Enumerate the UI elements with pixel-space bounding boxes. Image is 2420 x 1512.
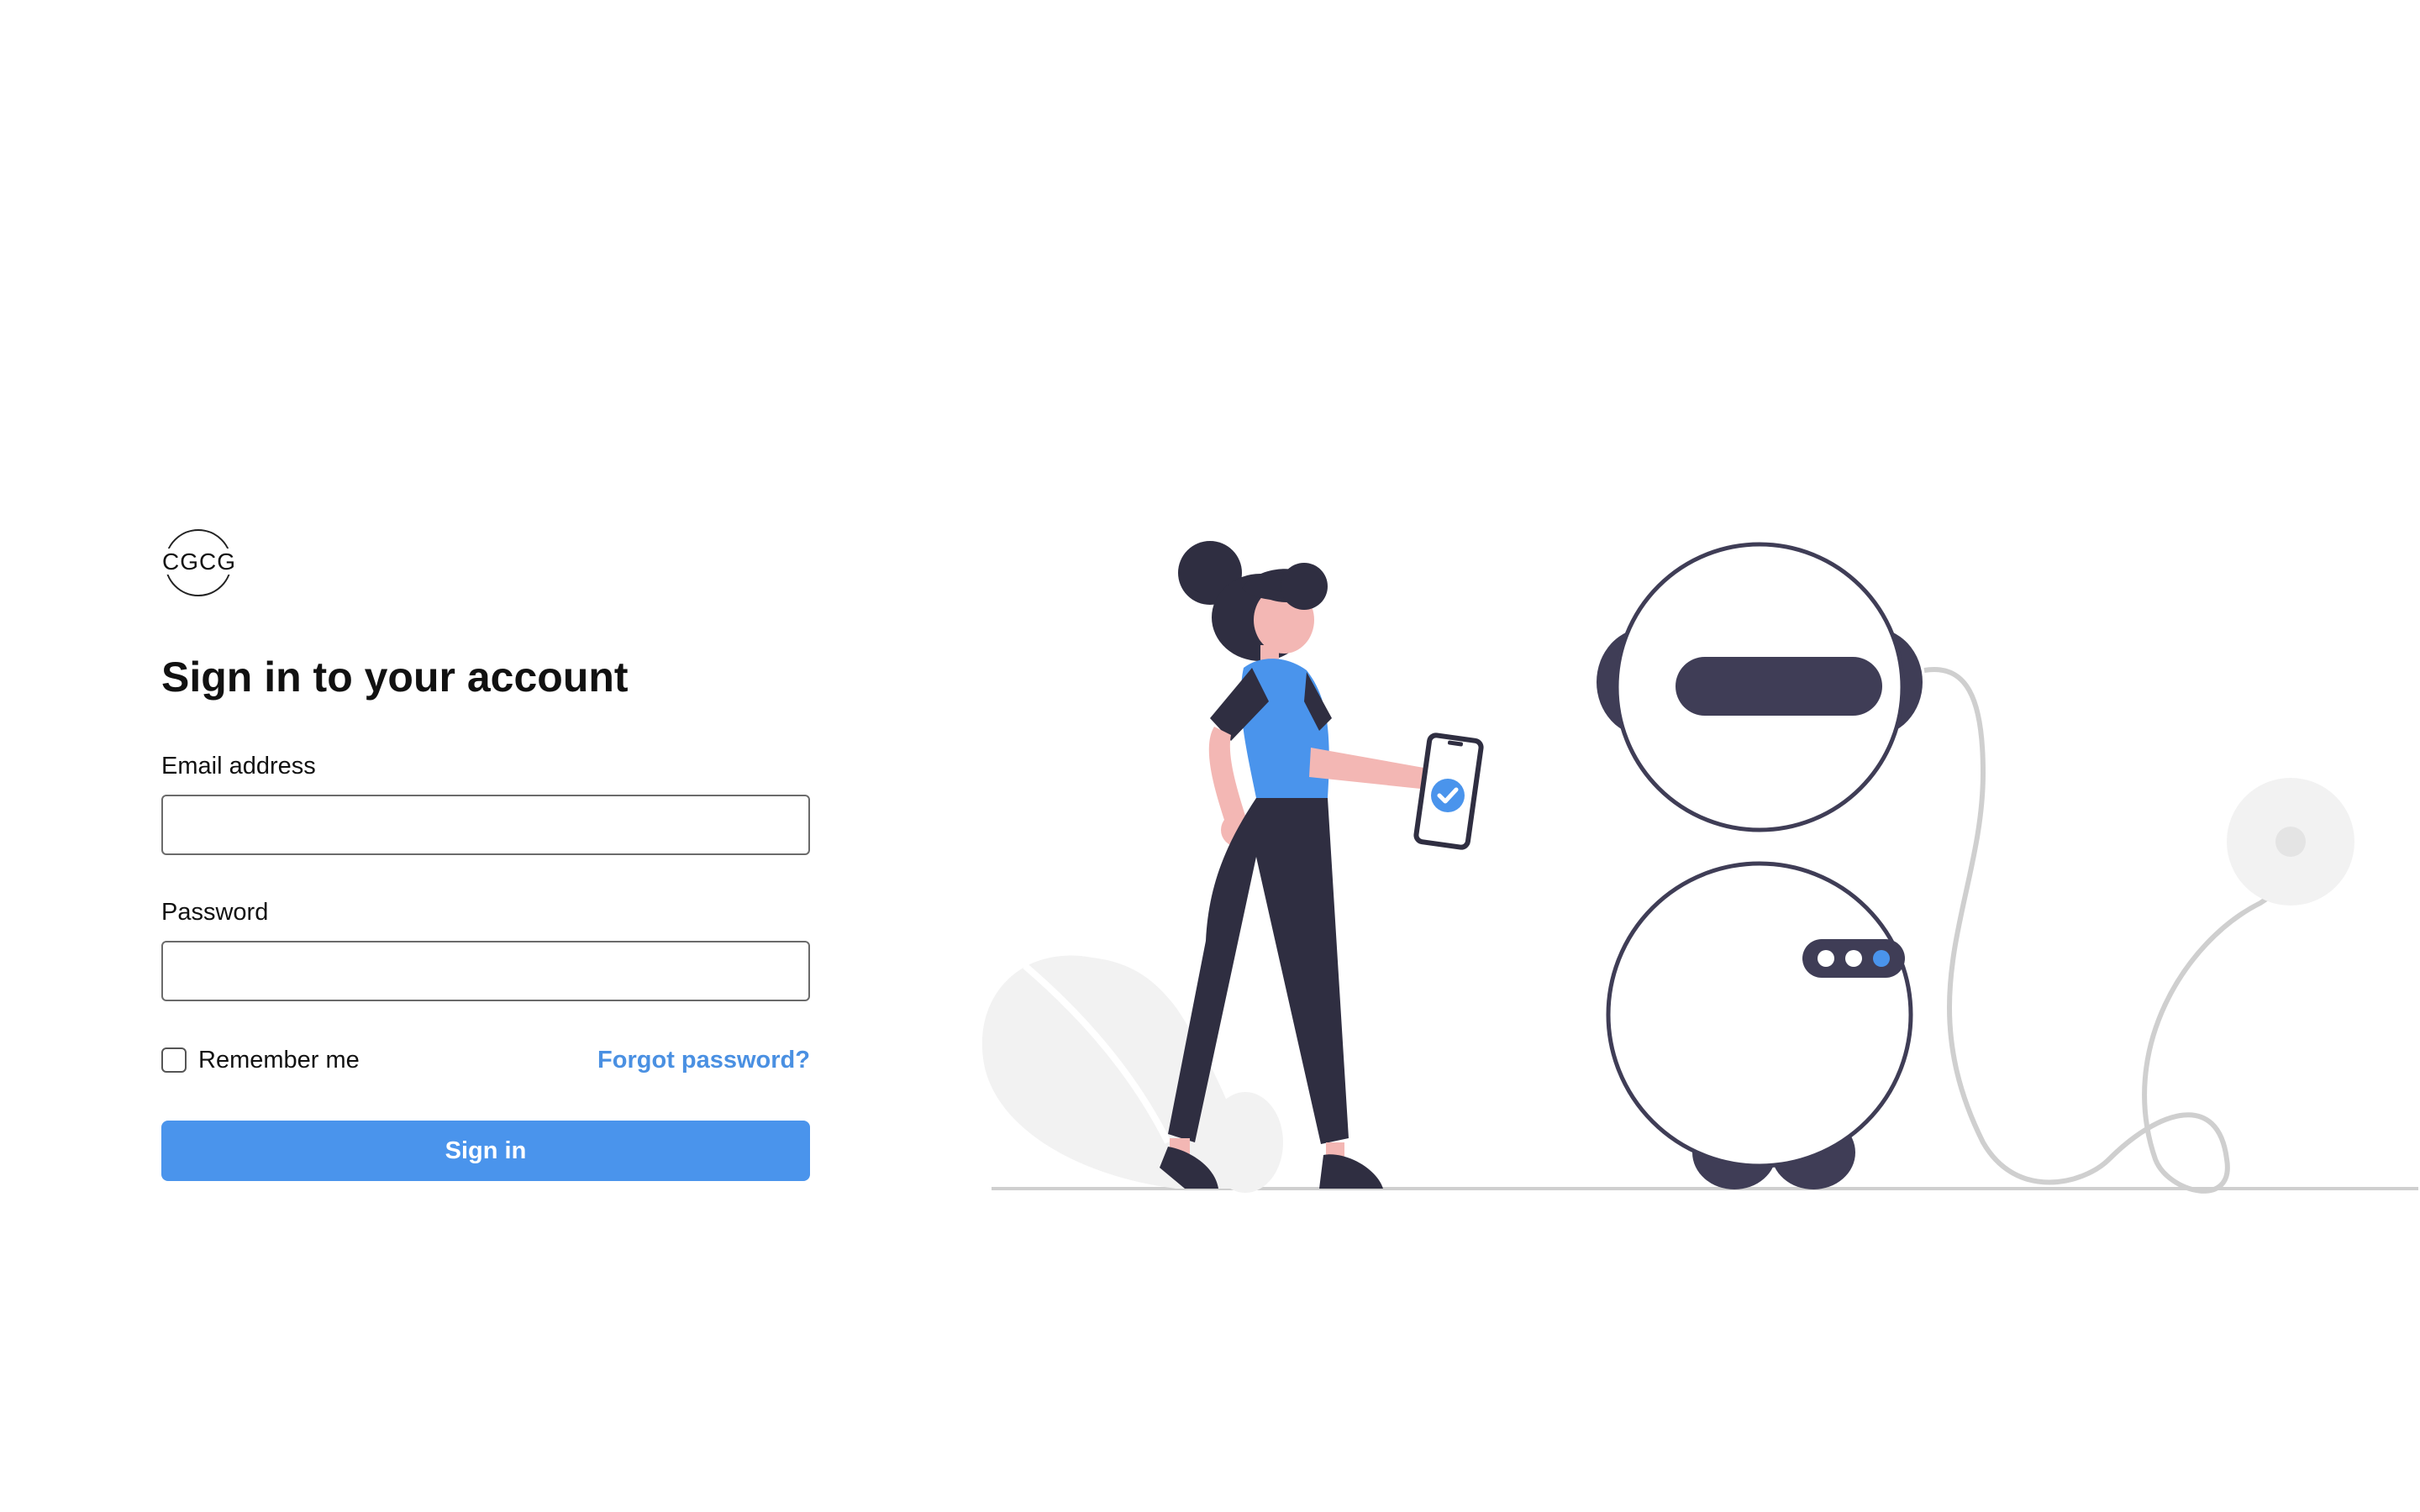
page-title: Sign in to your account	[161, 654, 629, 701]
email-field[interactable]	[161, 795, 810, 855]
person-robot-illustration	[981, 541, 2418, 1194]
sign-in-button[interactable]: Sign in	[161, 1121, 810, 1181]
email-label: Email address	[161, 753, 316, 780]
plant-icon	[981, 955, 1283, 1193]
person-figure-icon	[1160, 541, 1428, 1189]
remember-me-checkbox[interactable]	[161, 1047, 187, 1073]
forgot-password-link[interactable]: Forgot password?	[597, 1047, 810, 1074]
logo-text: CGCG	[161, 549, 237, 575]
robot-icon	[1597, 542, 2354, 1194]
password-label: Password	[161, 899, 269, 926]
brand-logo: CGCG	[161, 529, 237, 600]
form-options-row: Remember me Forgot password?	[161, 1043, 810, 1077]
sign-in-page: CGCG Sign in to your account Email addre…	[0, 0, 2420, 1512]
phone-icon	[1413, 732, 1484, 850]
sign-in-form: CGCG Sign in to your account Email addre…	[161, 529, 810, 1181]
remember-me[interactable]: Remember me	[161, 1047, 360, 1074]
remember-me-label[interactable]: Remember me	[198, 1047, 360, 1074]
password-field[interactable]	[161, 941, 810, 1001]
